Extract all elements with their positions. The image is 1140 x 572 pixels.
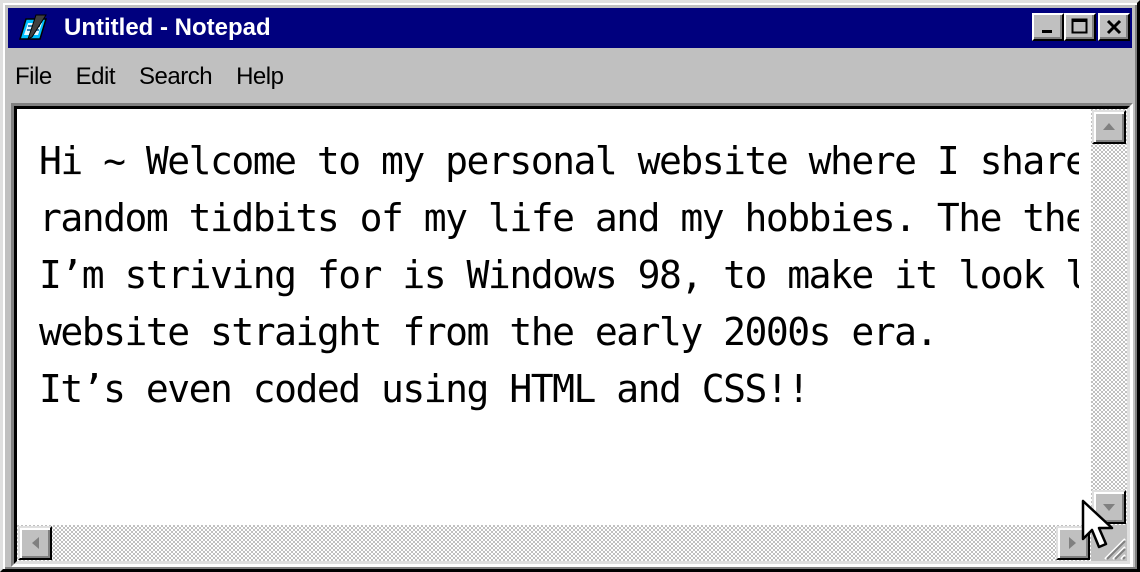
close-button[interactable]	[1098, 13, 1130, 41]
mouse-pointer-icon	[1081, 499, 1114, 549]
minimize-icon	[1042, 30, 1052, 33]
menu-help[interactable]: Help	[226, 63, 297, 91]
editor-frame: Hi ~ Welcome to my personal website wher…	[11, 103, 1133, 567]
close-icon	[1106, 19, 1122, 35]
menu-edit[interactable]: Edit	[66, 63, 129, 91]
editor-text[interactable]: Hi ~ Welcome to my personal website wher…	[39, 133, 1079, 513]
vertical-scrollbar[interactable]	[1091, 109, 1127, 525]
text-line: It’s even coded using HTML and CSS!!	[39, 367, 810, 411]
text-editor[interactable]: Hi ~ Welcome to my personal website wher…	[14, 106, 1130, 564]
maximize-icon	[1071, 18, 1088, 34]
horizontal-scrollbar[interactable]	[17, 525, 1091, 561]
arrow-left-icon	[32, 537, 39, 549]
maximize-button[interactable]	[1064, 13, 1096, 41]
notepad-icon	[18, 14, 48, 40]
text-line: random tidbits of my life and my hobbies…	[39, 196, 1079, 240]
arrow-up-icon	[1103, 123, 1115, 130]
menu-bar: File Edit Search Help	[8, 55, 1132, 99]
scroll-left-button[interactable]	[18, 526, 52, 560]
text-line: I’m striving for is Windows 98, to make …	[39, 253, 1079, 297]
scroll-up-button[interactable]	[1092, 110, 1126, 144]
notepad-window: Untitled - Notepad File Edit Search Help	[0, 0, 1140, 572]
menu-file[interactable]: File	[8, 63, 66, 91]
text-line: website straight from the early 2000s er…	[39, 310, 938, 354]
arrow-right-icon	[1069, 537, 1076, 549]
title-bar[interactable]: Untitled - Notepad	[8, 8, 1132, 48]
text-line: Hi ~ Welcome to my personal website wher…	[39, 139, 1079, 183]
menu-search[interactable]: Search	[129, 63, 226, 91]
window-title: Untitled - Notepad	[64, 14, 271, 41]
minimize-button[interactable]	[1032, 13, 1064, 41]
